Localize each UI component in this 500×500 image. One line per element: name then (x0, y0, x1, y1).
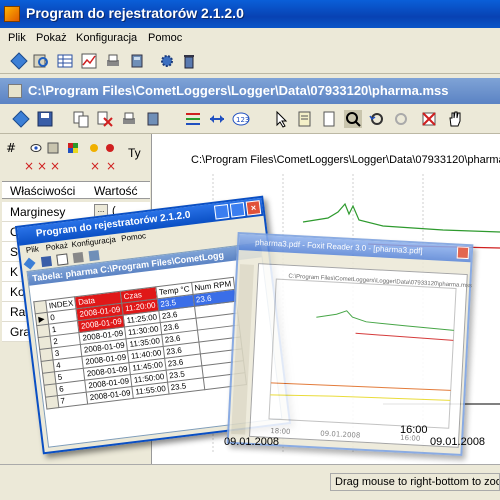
main-toolbar (0, 48, 500, 74)
print-icon[interactable] (120, 110, 138, 128)
device-icon[interactable] (128, 52, 146, 70)
menu-pomoc[interactable]: Pomoc (148, 32, 182, 44)
chart-toolbar: 123 (0, 104, 500, 134)
minimize-icon (213, 203, 230, 220)
pdf-chart: 18:00 09.01.2008 16:00 (268, 278, 457, 443)
legend-icon[interactable] (184, 110, 202, 128)
graph-icon[interactable] (80, 52, 98, 70)
x-axis-tick: 09.01.2008 (224, 436, 280, 448)
menu-pokaz[interactable]: Pokaż (36, 32, 67, 44)
menu-item: Plik (25, 244, 40, 255)
svg-text:×: × (106, 159, 116, 173)
status-hint: Drag mouse to right-bottom to zoom (330, 473, 500, 491)
pdf-window-screenshot: pharma3.pdf - Foxit Reader 3.0 - [pharma… (226, 231, 474, 457)
pdf-page: C:\Program Files\CometLoggers\Logger\Dat… (249, 263, 472, 448)
svg-text:×: × (90, 159, 100, 173)
svg-text:123: 123 (236, 116, 249, 124)
pdf-x-tick: 18:00 (270, 427, 291, 436)
status-bar: Drag mouse to right-bottom to zoom (0, 464, 500, 500)
menu-item: Pomoc (120, 231, 147, 244)
edit-note-icon[interactable] (296, 110, 314, 128)
svg-text:#: # (6, 141, 16, 155)
settings-icon[interactable] (158, 52, 176, 70)
properties-col-key: Właściwości (10, 184, 76, 198)
type-label: Ty (128, 146, 141, 160)
svg-text:×: × (24, 159, 34, 173)
close-icon: × (245, 200, 262, 216)
svg-text:×: × (50, 159, 60, 173)
zoom-reset-icon[interactable] (392, 110, 410, 128)
zoom-back-icon[interactable] (368, 110, 386, 128)
zoom-icon[interactable] (344, 110, 362, 128)
diamond-icon[interactable] (10, 52, 28, 70)
app-title: Program do rejestratorów 2.1.2.0 (26, 5, 244, 21)
clear-icon[interactable] (420, 110, 438, 128)
data-table: INDEX Data Czas Temp °C Num RPM ▶ 0 2008-0… (33, 277, 247, 410)
app-icon (4, 6, 20, 22)
properties-col-value: Wartość (94, 184, 138, 198)
series-green (302, 202, 500, 233)
document-icon (8, 84, 22, 98)
diamond-icon[interactable] (12, 110, 30, 128)
x-axis-tick: 09.01.2008 (430, 436, 486, 448)
search-folder-icon[interactable] (32, 52, 50, 70)
print-icon[interactable] (104, 52, 122, 70)
data-file-title: C:\Program Files\CometLoggers\Logger\Dat… (28, 83, 449, 98)
property-key: K (10, 265, 19, 279)
pdf-x-tick: 09.01.2008 (320, 430, 360, 440)
pdf-window-title: pharma3.pdf - Foxit Reader 3.0 - [pharma… (254, 237, 423, 256)
menu-item: Pokaż (45, 240, 69, 253)
cut-icon[interactable] (96, 110, 114, 128)
channel-icons: # × × × × × Ty (4, 140, 148, 176)
close-icon (456, 246, 470, 260)
svg-text:×: × (37, 159, 47, 173)
hand-icon[interactable] (446, 110, 464, 128)
table-icon[interactable] (56, 52, 74, 70)
save-icon[interactable] (36, 110, 54, 128)
menu-konfiguracja[interactable]: Konfiguracja (76, 32, 137, 44)
menu-bar: Plik Pokaż Konfiguracja Pomoc (0, 28, 500, 48)
pointer-icon[interactable] (272, 110, 290, 128)
fit-width-icon[interactable] (208, 110, 226, 128)
app-title-bar[interactable]: Program do rejestratorów 2.1.2.0 (0, 0, 500, 28)
trash-icon[interactable] (180, 52, 198, 70)
menu-plik[interactable]: Plik (8, 32, 26, 44)
page-icon[interactable] (320, 110, 338, 128)
maximize-icon (229, 202, 246, 218)
data-file-title-bar[interactable]: C:\Program Files\CometLoggers\Logger\Dat… (0, 78, 500, 104)
copy-icon[interactable] (72, 110, 90, 128)
properties-header: Właściwości Wartość (2, 181, 150, 199)
x-axis-tick: 16:00 (400, 424, 428, 436)
property-key: Marginesy (10, 205, 66, 219)
numbering-icon[interactable]: 123 (232, 110, 250, 128)
device-icon[interactable] (144, 110, 162, 128)
